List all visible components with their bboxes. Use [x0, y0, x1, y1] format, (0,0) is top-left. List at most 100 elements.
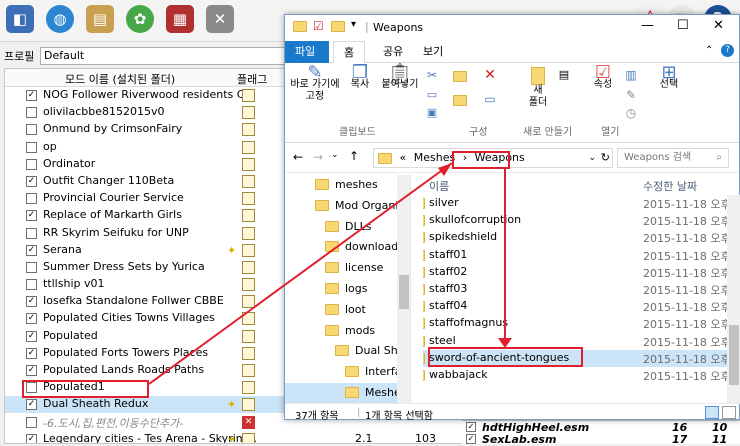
nav-item[interactable]: meshes	[285, 175, 410, 196]
file-row[interactable]: staff04 2015-11-18 오후...	[423, 298, 740, 315]
file-row[interactable]: staffofmagnus 2015-11-18 오후...	[423, 315, 740, 332]
file-row[interactable]: steel 2015-11-18 오후...	[423, 333, 740, 350]
mod-checkbox[interactable]	[26, 227, 37, 239]
delete-icon[interactable]: ✕	[481, 68, 499, 82]
tab-share[interactable]: 공유	[373, 41, 413, 63]
tab-view[interactable]: 보기	[413, 41, 453, 63]
copy-to-icon[interactable]	[453, 95, 471, 108]
mod-checkbox[interactable]: ✓	[26, 433, 37, 443]
file-row[interactable]: silver 2015-11-18 오후...	[423, 195, 740, 212]
tab-home[interactable]: 홈	[333, 41, 366, 63]
new-item-icon[interactable]: ▤	[557, 69, 571, 81]
nav-item[interactable]: license	[285, 258, 410, 279]
mod-checkbox[interactable]	[26, 193, 37, 205]
nav-item[interactable]: downloads	[285, 237, 410, 258]
help-icon[interactable]: ?	[721, 44, 734, 57]
new-folder-icon[interactable]	[331, 21, 345, 32]
crumb-weapons[interactable]: Weapons	[475, 151, 525, 164]
nav-scrollbar[interactable]	[397, 175, 410, 403]
plugin-checkbox[interactable]: ✓	[466, 422, 476, 432]
search-input[interactable]: Weapons 검색 ⌕	[617, 148, 729, 168]
history-icon[interactable]: ◷	[623, 107, 639, 119]
file-row[interactable]: wabbajack 2015-11-18 오후...	[423, 367, 740, 384]
mod-checkbox[interactable]: ✓	[26, 347, 37, 359]
pin-quick-access-button[interactable]: ✎ 바로 가기에 고정	[289, 64, 341, 103]
copy-path-icon[interactable]: ▭	[425, 89, 439, 101]
mod-checkbox[interactable]	[26, 141, 37, 153]
settings-gear-icon[interactable]: ✿	[126, 5, 154, 33]
properties-button[interactable]: ☑ 속성	[585, 64, 621, 91]
nav-item[interactable]: Interface	[285, 362, 410, 383]
paste-button[interactable]: 📋︎ 붙여넣기	[379, 63, 421, 91]
executables-icon[interactable]: ▦	[166, 5, 194, 33]
file-row[interactable]: skullofcorruption 2015-11-18 오후...	[423, 212, 740, 229]
file-row[interactable]: staff02 2015-11-18 오후...	[423, 264, 740, 281]
minimize-icon[interactable]: —	[641, 18, 654, 33]
mod-checkbox[interactable]	[26, 107, 37, 119]
profiles-icon[interactable]: ◧	[6, 5, 34, 33]
new-folder-button[interactable]: 새 폴더	[521, 67, 555, 109]
quick-access-icon[interactable]: ☑	[313, 19, 324, 33]
edit-icon[interactable]: ✎	[623, 89, 639, 101]
date-column[interactable]: 수정한 날짜	[643, 178, 697, 194]
mod-checkbox[interactable]: ✓	[26, 296, 37, 308]
mod-row[interactable]: ✓ Legendary cities - Tes Arena - Skyrim..…	[5, 431, 463, 443]
tab-file[interactable]: 파일	[285, 41, 329, 63]
profile-select[interactable]: Default	[40, 47, 290, 65]
file-row[interactable]: spikedshield 2015-11-18 오후...	[423, 229, 740, 246]
mod-checkbox[interactable]	[26, 279, 37, 291]
back-icon[interactable]: ←	[293, 150, 303, 164]
forward-icon[interactable]: →	[313, 150, 323, 164]
plugin-checkbox[interactable]: ✓	[466, 434, 476, 444]
recent-chevron-icon[interactable]: ⌄	[331, 150, 339, 160]
plugin-row[interactable]: ✓ hdtHighHeel.esm 16 10	[462, 421, 740, 434]
mod-checkbox[interactable]	[26, 158, 37, 170]
select-button[interactable]: ⊞ 선택	[651, 64, 687, 91]
nav-item[interactable]: Dual Sheatl	[285, 341, 410, 362]
flags-column[interactable]: 플래그	[237, 71, 267, 87]
chevron-up-icon[interactable]: ⌃	[705, 45, 713, 56]
nav-item[interactable]: DLLs	[285, 217, 410, 238]
nav-item[interactable]: logs	[285, 279, 410, 300]
chevron-down-icon[interactable]: ▾	[351, 19, 356, 30]
tools-icon[interactable]: ✕	[206, 5, 234, 33]
paste-shortcut-icon[interactable]: ▣	[425, 107, 439, 119]
mod-checkbox[interactable]: ✓	[26, 90, 37, 101]
up-icon[interactable]: ↑	[349, 149, 359, 163]
copy-button[interactable]: ❐ 복사	[345, 64, 375, 91]
file-scrollbar[interactable]	[727, 195, 740, 403]
mod-checkbox[interactable]: ✓	[26, 365, 37, 376]
mod-checkbox[interactable]	[26, 124, 37, 136]
address-dropdown-icon[interactable]: ⌄	[588, 149, 596, 167]
nav-item[interactable]: Meshes	[285, 382, 410, 403]
details-view-icon[interactable]	[705, 406, 719, 419]
open-icon[interactable]: ▥	[623, 69, 639, 81]
address-bar[interactable]: « Meshes › Weapons ⌄ ↻	[373, 148, 613, 168]
file-row[interactable]: sword-of-ancient-tongues 2015-11-18 오후...	[423, 349, 740, 367]
file-row[interactable]: staff03 2015-11-18 오후...	[423, 281, 740, 298]
close-icon[interactable]: ✕	[713, 18, 724, 33]
crumb-meshes[interactable]: Meshes	[414, 151, 455, 164]
file-row[interactable]: staff01 2015-11-18 오후...	[423, 247, 740, 264]
mod-name-column[interactable]: 모드 이름 (설치된 폴더)	[65, 71, 175, 87]
move-to-icon[interactable]	[453, 71, 471, 84]
plugin-row[interactable]: ✓ SexLab.esm 17 11	[462, 433, 740, 446]
mod-checkbox[interactable]: ✓	[26, 399, 37, 411]
mod-checkbox[interactable]	[26, 261, 37, 273]
mod-checkbox[interactable]: ✓	[26, 330, 37, 342]
maximize-icon[interactable]: ☐	[677, 18, 689, 33]
mod-checkbox[interactable]: ✓	[26, 210, 37, 222]
nav-item[interactable]: Mod Organize	[285, 196, 410, 217]
rename-icon[interactable]: ▭	[481, 93, 499, 105]
ini-editor-icon[interactable]: ▤	[86, 5, 114, 33]
mod-checkbox[interactable]	[26, 416, 37, 428]
refresh-icon[interactable]: ↻	[601, 149, 610, 167]
cut-icon[interactable]: ✂	[425, 69, 439, 81]
nav-item[interactable]: mods	[285, 321, 410, 342]
globe-icon[interactable]: ◍	[46, 5, 74, 33]
mod-checkbox[interactable]: ✓	[26, 244, 37, 256]
large-icons-view-icon[interactable]	[722, 406, 736, 419]
mod-checkbox[interactable]: ✓	[26, 313, 37, 325]
mod-checkbox[interactable]: ✓	[26, 175, 37, 187]
name-column[interactable]: 이름	[429, 178, 449, 194]
